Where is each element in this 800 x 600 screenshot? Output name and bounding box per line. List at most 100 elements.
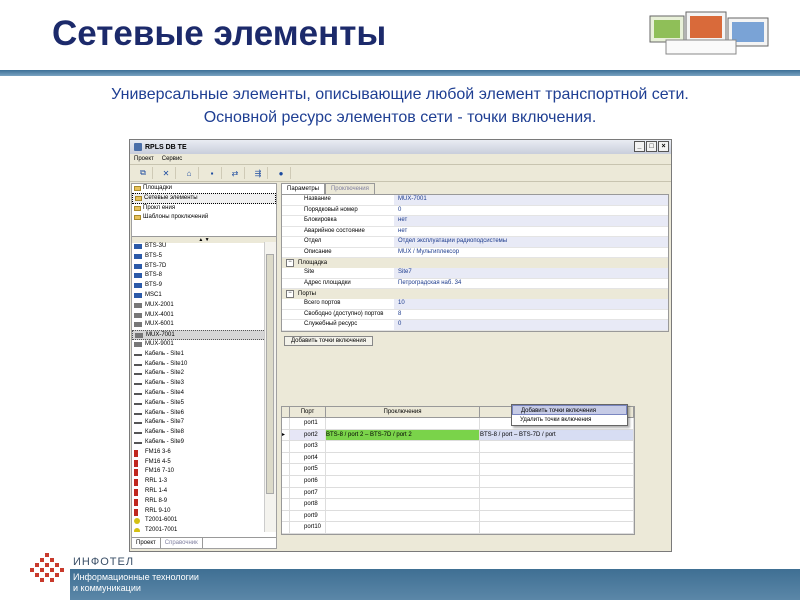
template-cell[interactable]: BTS-8 / port – BTS-7D / port [480,429,634,441]
port-cell[interactable]: port10 [290,522,326,533]
element-list-item[interactable]: BTS-7D [132,262,266,272]
element-list-item[interactable]: T2001-6001 [132,516,266,526]
minimize-button[interactable]: _ [634,141,645,152]
port-cell[interactable]: port2 [290,429,326,441]
connection-cell[interactable]: BTS-8 / port 2 – BTS-7D / port 2 [326,429,480,441]
menu-project[interactable]: Проект [134,156,154,162]
collapse-icon[interactable]: − [286,290,294,298]
param-value[interactable]: нет [394,227,668,237]
connection-cell[interactable] [326,475,480,487]
param-value[interactable]: MUX / Мультиплексор [394,248,668,258]
connection-cell[interactable] [326,499,480,510]
element-list-item[interactable]: RRL 1-3 [132,477,266,487]
home-icon[interactable]: ⌂ [180,167,199,179]
template-cell[interactable] [480,487,634,499]
device-icon[interactable]: ▪ [203,167,222,179]
port-param-value[interactable]: 8 [394,310,668,320]
connection-cell[interactable] [326,452,480,464]
port-cell[interactable]: port7 [290,487,326,499]
element-list-item[interactable]: FM16 3-6 [132,448,266,458]
param-value[interactable]: MUX-7001 [394,195,668,205]
table-row[interactable]: port9 [282,510,634,523]
element-list-item[interactable]: RRL 8-9 [132,497,266,507]
tab-reference[interactable]: Справочник [161,538,203,548]
port-cell[interactable]: port1 [290,418,326,429]
tab-project[interactable]: Проект [132,538,161,548]
port-param-value[interactable]: 10 [394,299,668,309]
site-param-value[interactable]: Site7 [394,268,668,278]
menu-add-points[interactable]: Добавить точки включения [512,405,627,415]
category-connection-templates[interactable]: Шаблоны проключений [132,213,276,222]
table-row[interactable]: port8 [282,499,634,511]
add-points-button[interactable]: Добавить точки включения [284,335,373,346]
element-list-item[interactable]: Кабель - Site2 [132,369,266,379]
tab-connections[interactable]: Проключения [324,183,375,194]
element-list-item[interactable]: Кабель - Site5 [132,399,266,409]
maximize-button[interactable]: □ [646,141,657,152]
param-value[interactable]: Отдел эксплуатации радиоподсистемы [394,237,668,247]
element-list-item[interactable]: Кабель - Site7 [132,418,266,428]
close-button[interactable]: × [658,141,669,152]
element-list-item[interactable]: MUX-2001 [132,301,266,311]
port-param-value[interactable]: 0 [394,320,668,330]
template-cell[interactable] [480,499,634,510]
element-list-item[interactable]: BTS-8 [132,271,266,281]
connection-cell[interactable] [326,510,480,522]
element-list-item[interactable]: MUX-6001 [132,320,266,330]
scrollbar-thumb[interactable] [266,254,274,494]
link-icon[interactable]: ⇄ [226,167,245,179]
connection-cell[interactable] [326,418,480,429]
element-list-item[interactable]: Кабель - Site4 [132,389,266,399]
element-list-item[interactable]: Кабель - Site10 [132,360,266,370]
element-list-item[interactable]: MUX-7001 [132,330,266,340]
param-value[interactable]: 0 [394,206,668,216]
element-list-item[interactable]: MUX-9001 [132,340,266,350]
template-cell[interactable] [480,464,634,475]
table-row[interactable]: port3 [282,441,634,453]
element-list-item[interactable]: BTS-3U [132,242,266,252]
template-cell[interactable] [480,510,634,522]
category-network-elements[interactable]: Сетевые элементы [132,193,276,204]
element-list-item[interactable]: Кабель - Site8 [132,428,266,438]
col-connections[interactable]: Проключения [326,407,480,417]
network-icon[interactable]: ⧉ [134,167,153,179]
port-cell[interactable]: port8 [290,499,326,510]
table-row[interactable]: port10 [282,522,634,534]
element-list-item[interactable]: RRL 9-10 [132,507,266,517]
site-param-value[interactable]: Петроградская наб. 34 [394,279,668,289]
element-list-scrollbar[interactable] [264,242,276,532]
element-list-item[interactable]: Кабель - Site3 [132,379,266,389]
category-sites[interactable]: Площадки [132,184,276,193]
element-list-item[interactable]: Кабель - Site6 [132,409,266,419]
connection-cell[interactable] [326,464,480,475]
menu-remove-points[interactable]: Удалить точки включения [512,415,627,425]
globe-icon[interactable]: ● [272,167,291,179]
template-cell[interactable] [480,452,634,464]
element-list-item[interactable]: FM16 7-10 [132,467,266,477]
port-cell[interactable]: port4 [290,452,326,464]
element-list-item[interactable]: MSC1 [132,291,266,301]
port-cell[interactable]: port6 [290,475,326,487]
category-connections[interactable]: Прокл ения [132,204,276,213]
port-cell[interactable]: port5 [290,464,326,475]
template-cell[interactable] [480,441,634,452]
tab-parameters[interactable]: Параметры [281,183,325,194]
table-row[interactable]: port6 [282,475,634,488]
element-list-item[interactable]: RRL 1-4 [132,487,266,497]
element-list-item[interactable]: BTS-5 [132,252,266,262]
element-list-item[interactable]: Кабель - Site9 [132,438,266,448]
delete-icon[interactable]: ✕ [157,167,176,179]
connection-cell[interactable] [326,522,480,533]
table-row[interactable]: port4 [282,452,634,465]
param-value[interactable]: нет [394,216,668,226]
element-list-item[interactable]: FM16 4-5 [132,458,266,468]
connection-cell[interactable] [326,441,480,452]
template-cell[interactable] [480,475,634,487]
table-row[interactable]: port7 [282,487,634,500]
template-cell[interactable] [480,522,634,533]
element-list-item[interactable]: MUX-4001 [132,311,266,321]
port-cell[interactable]: port9 [290,510,326,522]
connection-cell[interactable] [326,487,480,499]
site-section[interactable]: − Площадка [282,258,668,268]
table-row[interactable]: port5 [282,464,634,476]
